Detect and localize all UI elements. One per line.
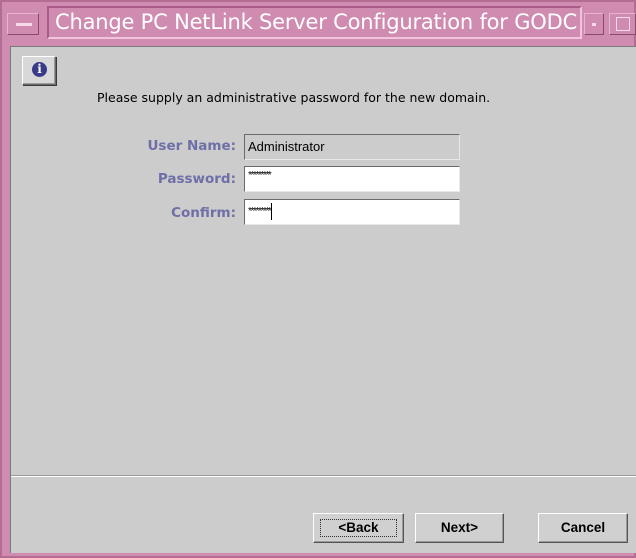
window-title: Change PC NetLink Server Configuration f… [55,10,578,34]
text-cursor [271,203,273,220]
window-menu-icon [16,23,32,26]
confirm-password-field[interactable]: ********* [244,199,460,225]
next-button-label: Next> [440,520,479,535]
back-button[interactable]: <Back [313,513,404,543]
confirm-value: ********* [248,206,272,218]
dialog-window: Change PC NetLink Server Configuration f… [0,0,636,558]
minimize-button[interactable] [584,13,604,35]
maximize-button[interactable] [609,13,636,35]
cancel-button[interactable]: Cancel [538,513,628,543]
username-field: Administrator [244,134,460,160]
info-button[interactable]: i [22,56,56,85]
info-icon: i [32,62,47,77]
dialog-content: i Please supply an administrative passwo… [10,46,636,553]
password-value: ********* [248,170,272,181]
window-menu-button[interactable] [7,13,39,35]
username-label: User Name: [147,138,236,154]
button-divider [11,475,636,477]
maximize-icon [616,17,630,31]
title-bar[interactable]: Change PC NetLink Server Configuration f… [47,6,582,39]
password-field[interactable]: ********* [244,166,460,192]
confirm-label: Confirm: [171,205,236,221]
next-button[interactable]: Next> [415,513,504,543]
password-label: Password: [157,171,236,187]
instruction-text: Please supply an administrative password… [97,90,491,105]
minimize-icon [592,23,596,26]
cancel-button-label: Cancel [560,520,606,535]
focus-ring [320,519,397,537]
